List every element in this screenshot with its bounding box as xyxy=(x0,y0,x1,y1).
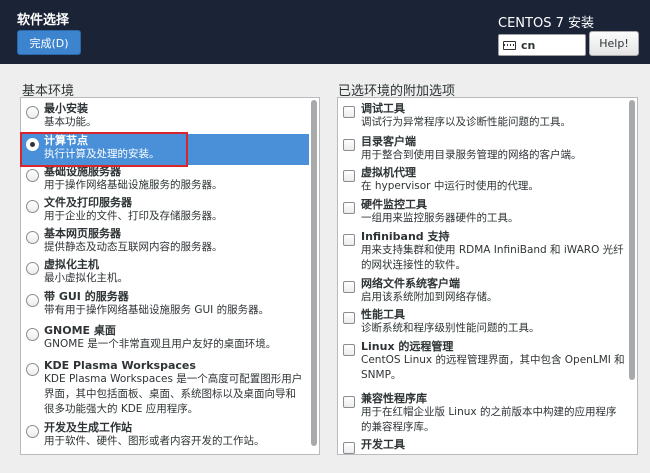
radio-button[interactable] xyxy=(26,262,39,275)
radio-button[interactable] xyxy=(26,363,39,376)
addon-item-name: 调试工具 xyxy=(361,102,405,115)
env-item-name: 最小安装 xyxy=(44,102,88,115)
selection-highlight-box xyxy=(20,132,188,167)
env-item-desc-line: KDE Plasma Workspaces 是一个高度可配置图形用户 xyxy=(44,373,303,385)
addon-item-desc: 启用该系统附加到网络存储。 xyxy=(361,291,498,303)
addon-item-desc-line: 用于在红帽企业版 Linux 的之前版本中构建的应用程序 xyxy=(361,406,617,418)
checkbox[interactable] xyxy=(343,202,355,214)
addon-item-debug-tools[interactable]: 调试工具 调试行为异常程序以及诊断性能问题的工具。 xyxy=(338,102,627,133)
addon-item-name: 网络文件系统客户端 xyxy=(361,277,460,290)
page-title: 软件选择 xyxy=(17,13,70,28)
addon-item-desc-line: 的兼容程序库。 xyxy=(361,421,435,433)
env-item-name: 文件及打印服务器 xyxy=(44,196,132,209)
checkbox[interactable] xyxy=(343,234,355,246)
addon-item-desc: 诊断系统和程序级别性能问题的工具。 xyxy=(361,322,540,334)
env-item-virtualization-host[interactable]: 虚拟化主机 最小虚拟化主机。 xyxy=(21,258,309,289)
env-item-desc: 用于操作网络基础设施服务的服务器。 xyxy=(44,179,223,191)
addons-scrollbar[interactable] xyxy=(629,100,636,452)
env-item-name: 开发及生成工作站 xyxy=(44,421,132,434)
env-item-web-server[interactable]: 基本网页服务器 提供静态及动态互联网内容的服务器。 xyxy=(21,227,309,258)
addon-item-nfs-client[interactable]: 网络文件系统客户端 启用该系统附加到网络存储。 xyxy=(338,277,627,308)
env-item-name: GNOME 桌面 xyxy=(44,324,116,337)
addon-item-name: 性能工具 xyxy=(361,308,405,321)
addon-item-name: 硬件监控工具 xyxy=(361,198,427,211)
env-item-minimal[interactable]: 最小安装 基本功能。 xyxy=(21,102,309,132)
done-button[interactable]: 完成(D) xyxy=(17,30,81,55)
radio-button[interactable] xyxy=(26,106,39,119)
env-item-desc-line: 很多功能强大的 KDE 应用程序。 xyxy=(44,403,199,415)
env-item-server-with-gui[interactable]: 带 GUI 的服务器 带有用于操作网络基础设施服务 GUI 的服务器。 xyxy=(21,290,309,321)
addon-item-compat-libraries[interactable]: 兼容性程序库 用于在红帽企业版 Linux 的之前版本中构建的应用程序 的兼容程… xyxy=(338,392,627,437)
addon-item-desc: 用于整合到使用目录服务管理的网络的客户端。 xyxy=(361,149,582,161)
env-item-desc: GNOME 是一个非常直观且用户友好的桌面环境。 xyxy=(44,338,277,350)
addons-list: 调试工具 调试行为异常程序以及诊断性能问题的工具。 目录客户端 用于整合到使用目… xyxy=(337,97,638,455)
checkbox[interactable] xyxy=(343,442,355,454)
checkbox[interactable] xyxy=(343,106,355,118)
env-item-desc: 带有用于操作网络基础设施服务 GUI 的服务器。 xyxy=(44,304,270,316)
scrollbar-thumb[interactable] xyxy=(311,100,317,446)
addon-item-desc-line: 的网状连接性的软件。 xyxy=(361,259,466,271)
addon-item-development-tools[interactable]: 开发工具 xyxy=(338,438,627,454)
addon-item-directory-client[interactable]: 目录客户端 用于整合到使用目录服务管理的网络的客户端。 xyxy=(338,135,627,166)
env-item-desc-line: 界面，其中包括面板、桌面、系统图标以及桌面向导和 xyxy=(44,388,296,400)
env-item-desc: 用于企业的文件、打印及存储服务器。 xyxy=(44,210,223,222)
header-bar: 软件选择 完成(D) CENTOS 7 安装 cn Help! xyxy=(0,0,650,64)
env-item-name: 虚拟化主机 xyxy=(44,258,99,271)
addon-item-remote-management[interactable]: Linux 的远程管理 CentOS Linux 的远程管理界面，其中包含 Op… xyxy=(338,340,627,385)
keyboard-layout-label: cn xyxy=(521,38,536,52)
addon-item-name: 开发工具 xyxy=(361,438,405,451)
addon-item-desc: 一组用来监控服务器硬件的工具。 xyxy=(361,212,519,224)
env-item-desc: 最小虚拟化主机。 xyxy=(44,272,128,284)
env-item-dev-workstation[interactable]: 开发及生成工作站 用于软件、硬件、图形或者内容开发的工作站。 xyxy=(21,421,309,452)
addon-item-hardware-monitoring[interactable]: 硬件监控工具 一组用来监控服务器硬件的工具。 xyxy=(338,198,627,229)
env-item-kde-plasma[interactable]: KDE Plasma Workspaces KDE Plasma Workspa… xyxy=(21,359,309,419)
radio-button[interactable] xyxy=(26,169,39,182)
env-item-name: KDE Plasma Workspaces xyxy=(44,359,196,372)
addon-item-guest-agents[interactable]: 虚拟机代理 在 hypervisor 中运行时使用的代理。 xyxy=(338,166,627,197)
addon-item-name: Infiniband 支持 xyxy=(361,230,450,243)
radio-button[interactable] xyxy=(26,328,39,341)
env-item-name: 带 GUI 的服务器 xyxy=(44,290,129,303)
checkbox[interactable] xyxy=(343,396,355,408)
env-item-name: 基本网页服务器 xyxy=(44,227,121,240)
addon-item-desc: 在 hypervisor 中运行时使用的代理。 xyxy=(361,180,539,192)
radio-button[interactable] xyxy=(26,294,39,307)
env-item-file-print-server[interactable]: 文件及打印服务器 用于企业的文件、打印及存储服务器。 xyxy=(21,196,309,227)
env-item-desc: 提供静态及动态互联网内容的服务器。 xyxy=(44,241,223,253)
checkbox[interactable] xyxy=(343,281,355,293)
product-title: CENTOS 7 安装 xyxy=(498,16,594,31)
addon-item-desc-line: SNMP。 xyxy=(361,369,402,381)
scrollbar-thumb[interactable] xyxy=(629,100,635,380)
keyboard-icon xyxy=(503,40,516,50)
addon-item-performance-tools[interactable]: 性能工具 诊断系统和程序级别性能问题的工具。 xyxy=(338,308,627,339)
env-item-infrastructure-server[interactable]: 基础设施服务器 用于操作网络基础设施服务的服务器。 xyxy=(21,165,309,196)
addon-item-name: Linux 的远程管理 xyxy=(361,340,454,353)
checkbox[interactable] xyxy=(343,170,355,182)
help-button[interactable]: Help! xyxy=(589,31,639,56)
addon-item-desc-line: 用来支持集群和使用 RDMA InfiniBand 和 iWARO 光纤 xyxy=(361,244,624,256)
addon-item-desc: 调试行为异常程序以及诊断性能问题的工具。 xyxy=(361,116,571,128)
radio-button[interactable] xyxy=(26,425,39,438)
radio-button[interactable] xyxy=(26,231,39,244)
env-item-desc: 用于软件、硬件、图形或者内容开发的工作站。 xyxy=(44,435,265,447)
checkbox[interactable] xyxy=(343,312,355,324)
addon-item-name: 兼容性程序库 xyxy=(361,392,427,405)
radio-button[interactable] xyxy=(26,200,39,213)
addon-item-desc-line: CentOS Linux 的远程管理界面，其中包含 OpenLMI 和 xyxy=(361,354,625,366)
env-item-gnome-desktop[interactable]: GNOME 桌面 GNOME 是一个非常直观且用户友好的桌面环境。 xyxy=(21,324,309,355)
addon-item-infiniband[interactable]: Infiniband 支持 用来支持集群和使用 RDMA InfiniBand … xyxy=(338,230,627,275)
checkbox[interactable] xyxy=(343,139,355,151)
base-env-scrollbar[interactable] xyxy=(311,100,318,452)
checkbox[interactable] xyxy=(343,344,355,356)
addon-item-name: 目录客户端 xyxy=(361,135,416,148)
env-item-desc: 基本功能。 xyxy=(44,116,97,128)
addon-item-name: 虚拟机代理 xyxy=(361,166,416,179)
keyboard-layout-indicator[interactable]: cn xyxy=(498,34,586,56)
